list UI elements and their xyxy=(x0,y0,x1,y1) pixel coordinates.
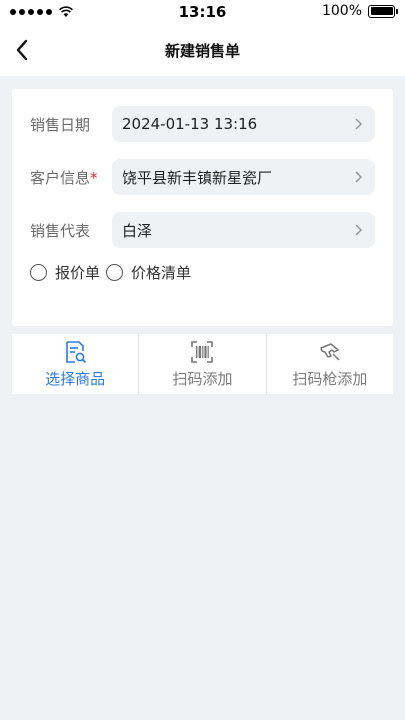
quote-radio[interactable]: 报价单 xyxy=(30,262,100,283)
back-button[interactable] xyxy=(8,36,36,64)
sale-date-row: 销售日期 2024-01-13 13:16 xyxy=(12,106,393,142)
customer-label: 客户信息* xyxy=(30,168,98,187)
price-list-radio[interactable]: 价格清单 xyxy=(106,262,191,283)
customer-value: 饶平县新丰镇新星瓷厂 xyxy=(122,168,273,187)
sales-form: 销售日期 2024-01-13 13:16 客户信息* 饶平县新丰镇新星瓷厂 销… xyxy=(12,89,393,326)
chevron-right-icon xyxy=(355,224,363,236)
select-product-label: 选择商品 xyxy=(45,370,106,388)
radio-circle-icon xyxy=(30,263,47,281)
nav-bar: 新建销售单 xyxy=(0,24,405,76)
chevron-right-icon xyxy=(355,171,363,183)
chevron-right-icon xyxy=(355,118,363,130)
customer-row: 客户信息* 饶平县新丰镇新星瓷厂 xyxy=(12,159,393,195)
sales-rep-field[interactable]: 白泽 xyxy=(112,212,375,248)
page-title: 新建销售单 xyxy=(164,41,240,60)
scan-add-label: 扫码添加 xyxy=(172,370,233,388)
document-search-icon xyxy=(66,341,87,364)
sales-rep-label: 销售代表 xyxy=(30,221,91,240)
barcode-scan-icon xyxy=(191,341,214,363)
document-type-radios: 报价单 价格清单 xyxy=(12,262,393,282)
chevron-left-icon xyxy=(16,39,28,61)
radio-circle-icon xyxy=(106,263,124,281)
scanner-gun-icon xyxy=(320,343,340,361)
sale-date-field[interactable]: 2024-01-13 13:16 xyxy=(112,106,375,142)
sale-date-value: 2024-01-13 13:16 xyxy=(122,115,258,133)
scan-add-button[interactable]: 扫码添加 xyxy=(139,334,267,394)
price-list-radio-label: 价格清单 xyxy=(131,263,192,282)
sales-rep-value: 白泽 xyxy=(122,221,153,240)
scanner-gun-add-label: 扫码枪添加 xyxy=(292,370,368,388)
battery-icon xyxy=(368,4,398,18)
battery-percent: 100% xyxy=(321,3,362,19)
select-product-button[interactable]: 选择商品 xyxy=(12,334,140,394)
scanner-gun-add-button[interactable]: 扫码枪添加 xyxy=(267,334,393,394)
quote-radio-label: 报价单 xyxy=(55,263,101,282)
add-product-actions: 选择商品 扫码添加 扫码枪添加 xyxy=(12,334,393,394)
customer-field[interactable]: 饶平县新丰镇新星瓷厂 xyxy=(112,159,375,195)
sale-date-label: 销售日期 xyxy=(30,115,91,134)
required-mark: * xyxy=(90,168,98,187)
status-bar: 13:16 100% xyxy=(0,0,405,24)
sales-rep-row: 销售代表 白泽 xyxy=(12,212,393,248)
